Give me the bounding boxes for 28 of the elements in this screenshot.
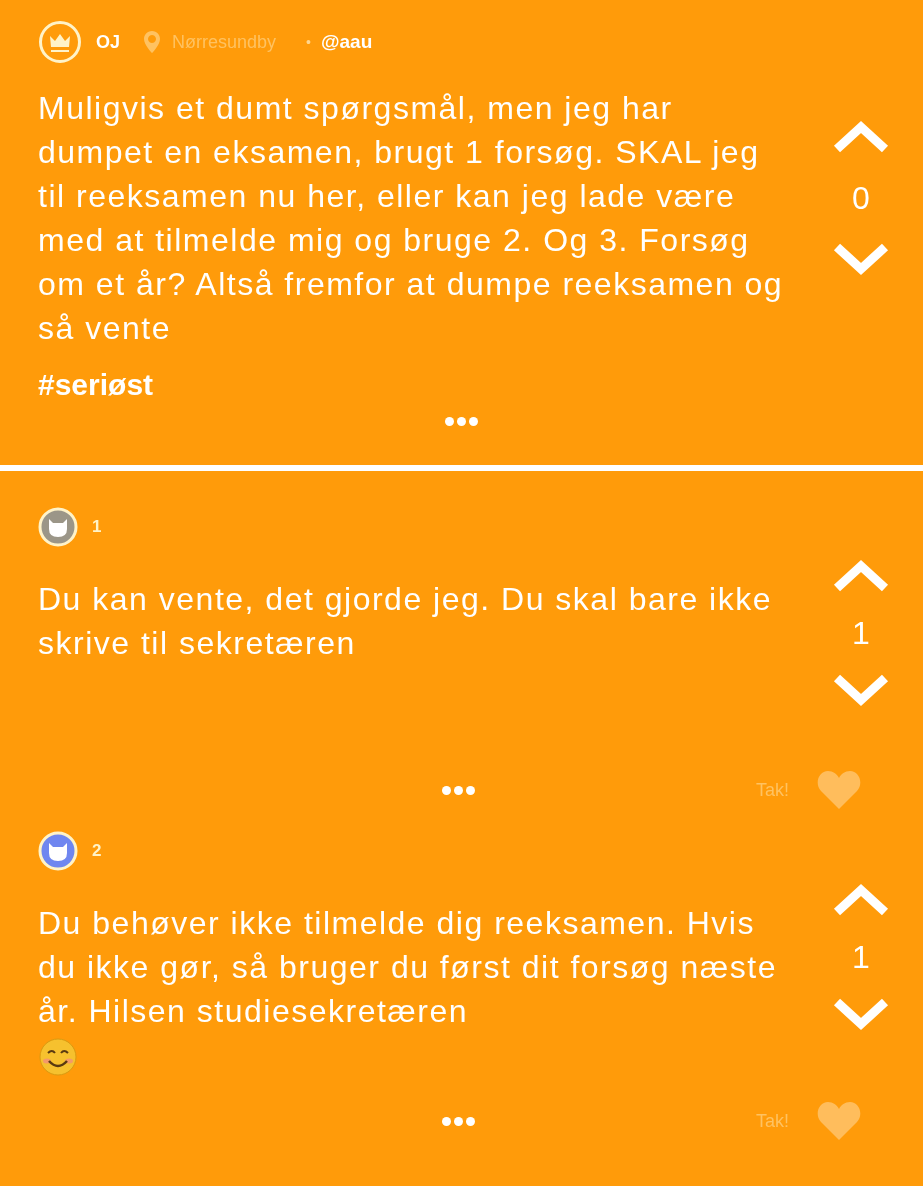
- crown-badge-icon: [38, 20, 82, 64]
- down-chevron-icon: [831, 998, 891, 1032]
- channel-link[interactable]: @aau: [320, 27, 373, 57]
- down-chevron-icon: [831, 674, 891, 708]
- post-text: Muligvis et dumt spørgsmål, men jeg har dumpet en eksamen, brugt 1 forsøg. SKAL jeg til reeksamen nu her, eller kan jeg lade være med at tilmelde mig og bruge 2. Og 3. Forsøg om et år? Altså fremfor at dumpe reeksamen og så vente: [38, 89, 785, 348]
- reply-text: Du behøver ikke tilmelde dig reeksamen. Hvis du ikke gør, så bruger du først dit forsøg næste år. Hilsen studiesekretæren: [38, 904, 778, 1031]
- location-label: Nørresundby: [172, 30, 277, 54]
- vote-count: 0: [852, 182, 870, 214]
- heart-icon: [815, 769, 863, 811]
- hashtag-link[interactable]: #seriøst: [38, 362, 885, 407]
- up-chevron-icon: [831, 119, 891, 153]
- separator-dot: •: [306, 32, 311, 52]
- vote-count: 1: [852, 941, 870, 973]
- location-pin-icon: [142, 29, 162, 55]
- vote-count: 1: [852, 617, 870, 649]
- reply-number: 1: [92, 516, 102, 539]
- reply-text: Du kan vente, det gjorde jeg. Du skal bare ikke skrive til sekretæren: [38, 580, 773, 663]
- up-chevron-icon: [831, 558, 891, 592]
- author-name: OJ: [96, 30, 120, 54]
- like-button[interactable]: [815, 1100, 863, 1142]
- up-chevron-icon: [831, 882, 891, 916]
- heart-icon: [815, 1100, 863, 1142]
- smiling-face-icon: [38, 1037, 78, 1077]
- thanks-label: Tak!: [756, 1109, 789, 1133]
- down-chevron-icon: [831, 243, 891, 277]
- reply-number: 2: [92, 840, 102, 863]
- thanks-label: Tak!: [756, 778, 789, 802]
- like-button[interactable]: [815, 769, 863, 811]
